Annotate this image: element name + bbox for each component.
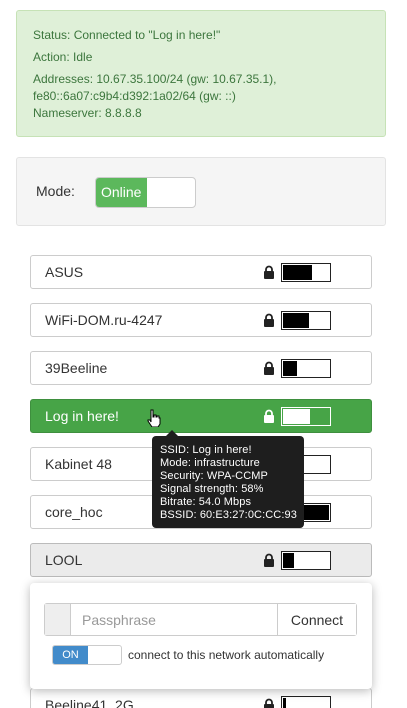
passphrase-addon — [45, 604, 71, 635]
mode-label: Mode: — [36, 183, 75, 199]
lock-icon — [264, 313, 274, 327]
signal-strength-bar — [281, 407, 331, 426]
action-text: Action: Idle — [33, 50, 93, 64]
network-row-asus[interactable]: ASUS — [30, 255, 372, 289]
network-ssid: 39Beeline — [45, 360, 108, 376]
network-ssid: ASUS — [45, 264, 84, 280]
signal-strength-bar — [281, 359, 331, 378]
status-panel: Status: Connected to "Log in here!" Acti… — [16, 10, 386, 137]
network-ssid: Log in here! — [45, 408, 119, 424]
tooltip-security: Security: WPA-CCMP — [160, 470, 268, 482]
tooltip-signal: Signal strength: 58% — [160, 483, 264, 495]
mode-panel: Mode: Online — [16, 157, 386, 226]
lock-icon — [264, 698, 274, 708]
network-row-beeline41[interactable]: Beeline41_2G — [30, 688, 372, 708]
network-ssid: core_hoc — [45, 504, 103, 520]
signal-strength-bar — [281, 551, 331, 570]
nameserver-text: Nameserver: 8.8.8.8 — [33, 106, 142, 120]
auto-connect-label: connect to this network automatically — [128, 648, 325, 662]
tooltip-mode: Mode: infrastructure — [160, 457, 260, 469]
signal-strength-bar — [281, 311, 331, 330]
lock-icon — [264, 409, 274, 423]
tooltip-bitrate: Bitrate: 54.0 Mbps — [160, 496, 252, 508]
auto-connect-toggle[interactable]: ON — [52, 645, 122, 665]
network-ssid: Kabinet 48 — [45, 456, 112, 472]
passphrase-input[interactable] — [72, 604, 276, 635]
auto-connect-toggle-on-label: ON — [53, 646, 88, 664]
lock-icon — [264, 553, 274, 567]
addresses-text-line1: Addresses: 10.67.35.100/24 (gw: 10.67.35… — [33, 72, 277, 86]
status-text: Status: Connected to "Log in here!" — [33, 28, 221, 42]
connect-button[interactable]: Connect — [277, 604, 356, 635]
tooltip-ssid: SSID: Log in here! — [160, 444, 252, 456]
mode-toggle-on-label: Online — [96, 178, 147, 207]
network-row-wifi-dom[interactable]: WiFi-DOM.ru-4247 — [30, 303, 372, 337]
signal-strength-bar — [281, 696, 331, 708]
network-ssid: Beeline41_2G — [45, 697, 134, 708]
lock-icon — [264, 265, 274, 279]
tooltip-bssid: BSSID: 60:E3:27:0C:CC:93 — [160, 509, 297, 521]
addresses-text-line2: fe80::6a07:c9b4:d392:1a02/64 (gw: ::) — [33, 89, 236, 103]
lock-icon — [264, 361, 274, 375]
network-row-log-in-here[interactable]: Log in here! — [30, 399, 372, 433]
network-row-lool[interactable]: LOOL — [30, 543, 372, 577]
passphrase-input-group: Connect — [44, 603, 357, 636]
network-info-tooltip: SSID: Log in here! Mode: infrastructure … — [152, 436, 304, 528]
mode-toggle[interactable]: Online — [95, 177, 196, 208]
network-ssid: LOOL — [45, 552, 83, 568]
network-row-39beeline[interactable]: 39Beeline — [30, 351, 372, 385]
network-ssid: WiFi-DOM.ru-4247 — [45, 312, 163, 328]
connect-popup: Connect ON connect to this network autom… — [30, 583, 372, 689]
signal-strength-bar — [281, 263, 331, 282]
hand-cursor-icon — [147, 409, 161, 427]
